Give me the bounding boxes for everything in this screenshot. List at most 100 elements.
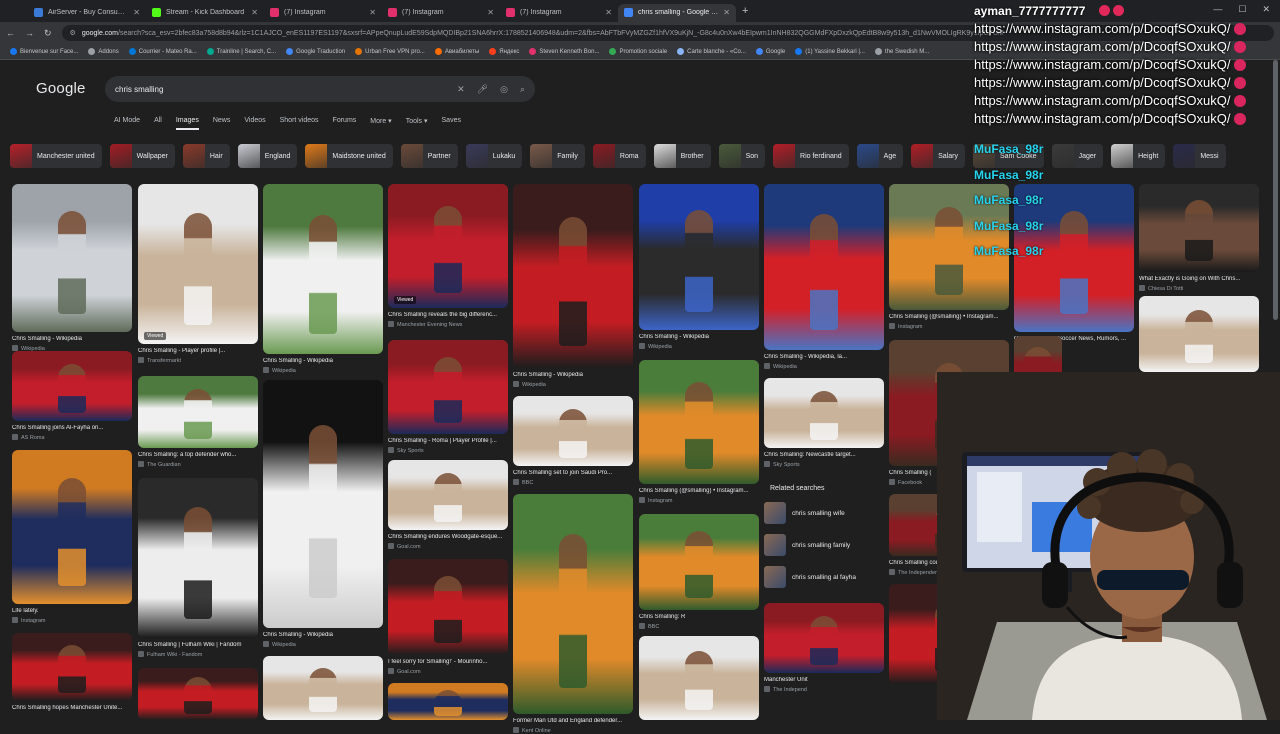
result-caption[interactable]: Life lately. bbox=[12, 608, 132, 614]
search-tab[interactable]: More ▾ bbox=[370, 117, 391, 130]
browser-tab[interactable]: AirServer - Buy Consumer Licen ✕ bbox=[28, 4, 146, 22]
voice-search-icon[interactable]: 🎤︎ bbox=[477, 84, 488, 95]
result-image[interactable] bbox=[764, 378, 884, 448]
tab-close-icon[interactable]: ✕ bbox=[723, 8, 730, 17]
search-tab[interactable]: News bbox=[213, 117, 231, 130]
forward-icon[interactable]: → bbox=[25, 28, 34, 38]
refinement-chip[interactable]: Lukaku bbox=[465, 144, 523, 168]
result-image[interactable] bbox=[639, 514, 759, 610]
google-logo[interactable]: Google bbox=[36, 80, 86, 97]
bookmark-item[interactable]: Авиабилеты bbox=[434, 48, 479, 55]
search-tab[interactable]: Short videos bbox=[280, 117, 319, 130]
refinement-chip[interactable]: Height bbox=[1111, 144, 1166, 168]
related-search-item[interactable]: chris smalling family bbox=[764, 534, 886, 556]
browser-tab[interactable]: (7) Instagram ✕ bbox=[264, 4, 382, 22]
result-caption[interactable]: Chris Smalling set to join Saudi Pro... bbox=[513, 470, 633, 476]
result-image[interactable] bbox=[263, 656, 383, 720]
result-caption[interactable]: Chris Smalling reveals the big differenc… bbox=[388, 312, 508, 318]
refinement-chip[interactable]: England bbox=[237, 144, 298, 168]
result-image[interactable] bbox=[639, 360, 759, 484]
tab-close-icon[interactable]: ✕ bbox=[369, 8, 376, 17]
result-image[interactable] bbox=[764, 184, 884, 350]
result-image[interactable] bbox=[1139, 296, 1259, 372]
refinement-chip[interactable]: Hair bbox=[182, 144, 230, 168]
search-tab[interactable]: Tools ▾ bbox=[406, 117, 428, 130]
result-image[interactable] bbox=[388, 340, 508, 434]
bookmark-item[interactable]: (1) Yassine Bekkari |... bbox=[795, 48, 865, 55]
search-input[interactable]: chris smalling bbox=[115, 85, 445, 94]
related-search-item[interactable]: chris smalling al fayha bbox=[764, 566, 886, 588]
result-image[interactable] bbox=[388, 184, 508, 308]
search-tab[interactable]: Videos bbox=[244, 117, 265, 130]
browser-tab[interactable]: chris smalling - Google Search ✕ bbox=[618, 3, 736, 22]
result-image[interactable] bbox=[263, 184, 383, 354]
tab-close-icon[interactable]: ✕ bbox=[251, 8, 258, 17]
result-image[interactable] bbox=[388, 559, 508, 655]
result-caption[interactable]: Chris Smalling | Fulham Wiki | Fandom bbox=[138, 642, 258, 648]
result-caption[interactable]: Chris Smalling - Wikipedia bbox=[263, 632, 383, 638]
result-image[interactable] bbox=[639, 184, 759, 330]
bookmark-item[interactable]: Steven Kenneth Bon... bbox=[529, 48, 599, 55]
refinement-chip[interactable]: Son bbox=[718, 144, 766, 168]
result-caption[interactable]: Chris Smalling - Roma | Player Profile |… bbox=[388, 438, 508, 444]
browser-tab[interactable]: (7) Instagram ✕ bbox=[500, 4, 618, 22]
new-tab-button[interactable]: + bbox=[742, 5, 748, 17]
result-image[interactable] bbox=[138, 668, 258, 720]
result-image[interactable] bbox=[138, 376, 258, 448]
result-image[interactable] bbox=[138, 478, 258, 638]
clear-icon[interactable]: ✕ bbox=[457, 84, 465, 95]
result-image[interactable] bbox=[138, 184, 258, 344]
reload-icon[interactable]: ↻ bbox=[44, 28, 52, 39]
browser-tab[interactable]: Stream - Kick Dashboard ✕ bbox=[146, 4, 264, 22]
search-tab[interactable]: All bbox=[154, 117, 162, 130]
bookmark-item[interactable]: Google bbox=[755, 48, 785, 55]
lens-icon[interactable]: ◎ bbox=[500, 84, 508, 95]
refinement-chip[interactable]: Partner bbox=[400, 144, 458, 168]
bookmark-item[interactable]: the Swedish M... bbox=[874, 48, 929, 55]
bookmark-item[interactable]: Promotion sociale bbox=[609, 48, 667, 55]
bookmark-item[interactable]: Urban Free VPN pro... bbox=[355, 48, 425, 55]
result-caption[interactable]: Chris Smalling - Player profile |... bbox=[138, 348, 258, 354]
bookmark-item[interactable]: Bienvenue sur Face... bbox=[10, 48, 78, 55]
back-icon[interactable]: ← bbox=[6, 28, 15, 38]
refinement-chip[interactable]: Messi bbox=[1173, 144, 1226, 168]
search-tab[interactable]: Saves bbox=[442, 117, 461, 130]
search-tab[interactable]: AI Mode bbox=[114, 117, 140, 130]
result-image[interactable] bbox=[12, 351, 132, 421]
result-caption[interactable]: Chris Smalling endures Woodgate-esque... bbox=[388, 534, 508, 540]
refinement-chip[interactable]: Rio ferdinand bbox=[773, 144, 849, 168]
bookmark-item[interactable]: Google Traduction bbox=[286, 48, 345, 55]
site-info-icon[interactable]: ⚙ bbox=[70, 29, 76, 37]
refinement-chip[interactable]: Maidstone united bbox=[305, 144, 393, 168]
result-caption[interactable]: Chris Smalling: Newcastle target... bbox=[764, 452, 884, 458]
result-caption[interactable]: Chris Smalling hopes Manchester Unite... bbox=[12, 705, 132, 711]
result-image[interactable] bbox=[263, 380, 383, 628]
result-caption[interactable]: I feel sorry for Smalling!' - Mourinho..… bbox=[388, 659, 508, 665]
result-caption[interactable]: Chris Smalling - Wikipedia bbox=[639, 334, 759, 340]
tab-close-icon[interactable]: ✕ bbox=[487, 8, 494, 17]
result-image[interactable] bbox=[1139, 184, 1259, 272]
result-image[interactable] bbox=[12, 184, 132, 332]
refinement-chip[interactable]: Wallpaper bbox=[109, 144, 175, 168]
result-caption[interactable]: Former Man Utd and England defender... bbox=[513, 718, 633, 724]
search-tab[interactable]: Forums bbox=[333, 117, 357, 130]
result-caption[interactable]: Chris Smalling - Wikipedia bbox=[12, 336, 132, 342]
bookmark-item[interactable]: Trainline | Search, C... bbox=[206, 48, 276, 55]
search-icon[interactable]: ⌕ bbox=[520, 84, 525, 95]
result-image[interactable] bbox=[513, 494, 633, 714]
result-image[interactable] bbox=[764, 603, 884, 673]
result-caption[interactable]: Chris Smalling - Wikipedia, la... bbox=[764, 354, 884, 360]
result-image[interactable] bbox=[388, 683, 508, 720]
refinement-chip[interactable]: Family bbox=[530, 144, 585, 168]
search-box[interactable]: chris smalling ✕ 🎤︎ ◎ ⌕ bbox=[105, 76, 535, 102]
related-search-item[interactable]: chris smalling wife bbox=[764, 502, 886, 524]
bookmark-item[interactable]: Яндекс bbox=[489, 48, 519, 55]
result-caption[interactable]: Manchester Unit bbox=[764, 677, 884, 683]
search-tab[interactable]: Images bbox=[175, 117, 199, 130]
result-image[interactable] bbox=[639, 636, 759, 720]
refinement-chip[interactable]: Salary bbox=[911, 144, 965, 168]
result-caption[interactable]: Chris Smalling: a top defender who... bbox=[138, 452, 258, 458]
result-image[interactable] bbox=[12, 633, 132, 701]
result-caption[interactable]: Chris Smalling (@smalling) • Instagram..… bbox=[889, 314, 1009, 320]
refinement-chip[interactable]: Roma bbox=[592, 144, 646, 168]
